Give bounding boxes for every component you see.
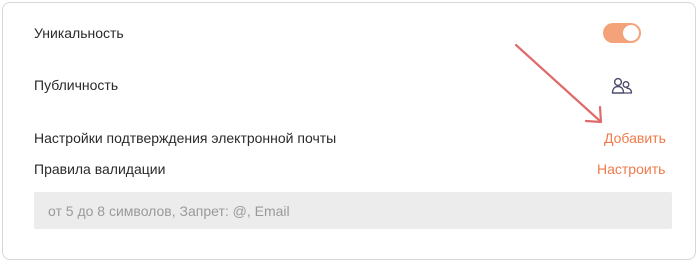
validation-rules-summary: от 5 до 8 символов, Запрет: @, Email <box>48 203 290 219</box>
validation-rules-box: от 5 до 8 символов, Запрет: @, Email <box>34 192 672 229</box>
toggle-knob <box>623 25 639 41</box>
settings-panel: Уникальность Публичность Настройки подтв… <box>2 2 696 260</box>
uniqueness-toggle[interactable] <box>603 23 641 43</box>
publicity-label: Публичность <box>34 77 119 93</box>
validation-rules-label: Правила валидации <box>34 161 166 177</box>
uniqueness-label: Уникальность <box>34 25 124 41</box>
email-confirmation-label: Настройки подтверждения электронной почт… <box>34 130 337 146</box>
add-email-confirmation-link[interactable]: Добавить <box>604 130 666 146</box>
configure-validation-link[interactable]: Настроить <box>597 161 665 177</box>
arrow-annotation-icon <box>514 43 603 124</box>
